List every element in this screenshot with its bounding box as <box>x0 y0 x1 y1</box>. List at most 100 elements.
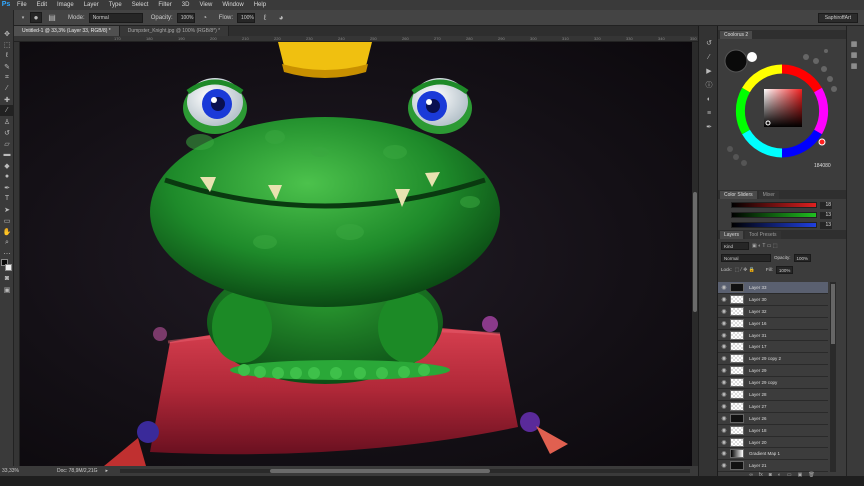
lock-icons[interactable]: ⬚ ⁄ ✥ 🔒 <box>735 267 755 273</box>
layer-row[interactable]: ◉ Layer 27 <box>718 400 828 413</box>
zoom-tool-icon[interactable]: ⌕ <box>0 237 14 248</box>
layer-row[interactable]: ◉ Layer 26 <box>718 412 828 425</box>
scroll-thumb[interactable] <box>831 284 835 344</box>
visibility-eye-icon[interactable]: ◉ <box>718 427 730 434</box>
history-panel-icon[interactable]: ↺ <box>700 36 718 50</box>
background-color-swatch[interactable] <box>5 264 12 271</box>
adjustments-panel-icon[interactable]: ◐ <box>700 92 718 106</box>
tab-mixer[interactable]: Mixer <box>758 190 779 199</box>
visibility-eye-icon[interactable]: ◉ <box>718 308 730 315</box>
chevron-down-icon[interactable]: ▾ <box>20 12 26 23</box>
status-arrow-icon[interactable]: ▸ <box>106 468 109 474</box>
stamp-tool-icon[interactable]: ♙ <box>0 116 14 127</box>
layer-row[interactable]: ◉ Layer 28 <box>718 389 828 401</box>
panel-collapse-icon[interactable]: ▦ <box>847 49 861 60</box>
visibility-eye-icon[interactable]: ◉ <box>718 415 730 422</box>
quick-select-tool-icon[interactable]: ✎ <box>0 61 14 72</box>
layer-row[interactable]: ◉ Layer 29 <box>718 365 828 378</box>
visibility-eye-icon[interactable]: ◉ <box>718 320 730 327</box>
path-select-tool-icon[interactable]: ➤ <box>0 204 14 215</box>
pressure-opacity-icon[interactable]: ◔ <box>199 12 211 23</box>
crop-tool-icon[interactable]: ⌗ <box>0 72 14 83</box>
menu-image[interactable]: Image <box>52 0 79 10</box>
link-layers-icon[interactable]: ∞ <box>749 472 753 480</box>
filter-icons[interactable]: ▣ ◐ T ▭ ⬚ <box>752 243 778 249</box>
mode-select[interactable]: Normal <box>88 12 143 23</box>
visibility-eye-icon[interactable]: ◉ <box>718 462 730 469</box>
document-canvas[interactable] <box>20 42 692 466</box>
layer-row[interactable]: ◉ Layer 30 <box>718 293 828 306</box>
visibility-eye-icon[interactable]: ◉ <box>718 332 730 339</box>
marquee-tool-icon[interactable]: ⬚ <box>0 39 14 50</box>
visibility-eye-icon[interactable]: ◉ <box>718 391 730 398</box>
channels-panel-icon[interactable]: ≡ <box>700 106 718 120</box>
visibility-eye-icon[interactable]: ◉ <box>718 296 730 303</box>
lasso-tool-icon[interactable]: ℓ <box>0 50 14 61</box>
color-wheel-widget[interactable]: 184080 <box>718 39 846 187</box>
blue-value[interactable]: 13 <box>820 221 832 229</box>
panel-collapse-icon[interactable]: ▦ <box>847 60 861 71</box>
panel-collapse-icon[interactable]: ▦ <box>847 38 861 49</box>
layer-style-icon[interactable]: fx <box>759 472 763 480</box>
red-value[interactable]: 18 <box>820 201 832 209</box>
workspace-switcher[interactable]: SaphiroffArt <box>817 13 858 23</box>
airbrush-icon[interactable]: ℓ <box>259 12 271 23</box>
layer-row[interactable]: ◉ Layer 29 copy <box>718 377 828 390</box>
gradient-tool-icon[interactable]: ▬ <box>0 149 14 160</box>
visibility-eye-icon[interactable]: ◉ <box>718 367 730 374</box>
menu-edit[interactable]: Edit <box>32 0 52 10</box>
healing-tool-icon[interactable]: ✚ <box>0 94 14 105</box>
visibility-eye-icon[interactable]: ◉ <box>718 450 730 457</box>
layer-row[interactable]: ◉ Layer 32 <box>718 305 828 318</box>
zoom-level[interactable]: 33,33% <box>2 468 19 474</box>
actions-panel-icon[interactable]: ▶ <box>700 64 718 78</box>
eraser-tool-icon[interactable]: ▱ <box>0 138 14 149</box>
layer-row[interactable]: ◉ Layer 29 copy 2 <box>718 353 828 366</box>
brush-presets-icon[interactable]: ⁄ <box>700 50 718 64</box>
layer-row[interactable]: ◉ Gradient Map 1 <box>718 448 828 461</box>
visibility-eye-icon[interactable]: ◉ <box>718 403 730 410</box>
layer-row[interactable]: ◉ Layer 33 <box>718 282 828 294</box>
dodge-tool-icon[interactable]: ● <box>0 171 14 182</box>
menu-layer[interactable]: Layer <box>79 0 104 10</box>
tab-dumpster-knight[interactable]: Dumpster_Knight.jpg @ 100% (RGB/8*) * <box>119 26 230 36</box>
more-tools-icon[interactable]: ⋯ <box>0 248 14 259</box>
green-value[interactable]: 13 <box>820 211 832 219</box>
visibility-eye-icon[interactable]: ◉ <box>718 355 730 362</box>
tab-layers[interactable]: Layers <box>720 230 744 239</box>
blur-tool-icon[interactable]: ◆ <box>0 160 14 171</box>
layer-row[interactable]: ◉ Layer 18 <box>718 424 828 437</box>
scroll-thumb[interactable] <box>693 192 697 312</box>
layer-row[interactable]: ◉ Layer 16 <box>718 317 828 330</box>
blue-slider[interactable] <box>731 222 817 228</box>
layer-opacity-field[interactable]: 100% <box>793 253 812 262</box>
green-slider[interactable] <box>731 212 817 218</box>
red-slider[interactable] <box>731 202 817 208</box>
visibility-eye-icon[interactable]: ◉ <box>718 439 730 446</box>
add-mask-icon[interactable]: ◙ <box>769 472 772 480</box>
opacity-field[interactable]: 100% <box>176 12 195 23</box>
menu-window[interactable]: Window <box>217 0 248 10</box>
visibility-eye-icon[interactable]: ◉ <box>718 343 730 350</box>
new-group-icon[interactable]: ▭ <box>787 472 792 480</box>
screen-mode-icon[interactable]: ▣ <box>0 284 14 295</box>
layer-row[interactable]: ◉ Layer 17 <box>718 341 828 354</box>
canvas-horizontal-scrollbar[interactable] <box>120 469 690 473</box>
pen-tool-icon[interactable]: ✒ <box>0 182 14 193</box>
menu-filter[interactable]: Filter <box>153 0 176 10</box>
hand-tool-icon[interactable]: ✋ <box>0 226 14 237</box>
blend-mode-select[interactable]: Normal <box>721 253 771 262</box>
menu-select[interactable]: Select <box>127 0 154 10</box>
layer-row[interactable]: ◉ Layer 31 <box>718 329 828 342</box>
brush-tool-icon[interactable]: ⁄ <box>0 105 14 116</box>
info-panel-icon[interactable]: ⓘ <box>700 78 718 92</box>
move-tool-icon[interactable]: ✥ <box>0 28 14 39</box>
menu-3d[interactable]: 3D <box>177 0 195 10</box>
tab-coolorus[interactable]: Coolorus 2 <box>720 30 753 39</box>
brush-size-icon[interactable]: ● <box>30 12 42 23</box>
tab-untitled-1[interactable]: Untitled-1 @ 33,3% (Layer 33, RGB/8) * <box>14 26 120 36</box>
paths-panel-icon[interactable]: ✒ <box>700 120 718 134</box>
delete-layer-icon[interactable]: 🗑 <box>808 472 814 480</box>
layers-scrollbar[interactable] <box>830 282 836 472</box>
adjustment-icon[interactable]: ◐ <box>778 472 781 480</box>
